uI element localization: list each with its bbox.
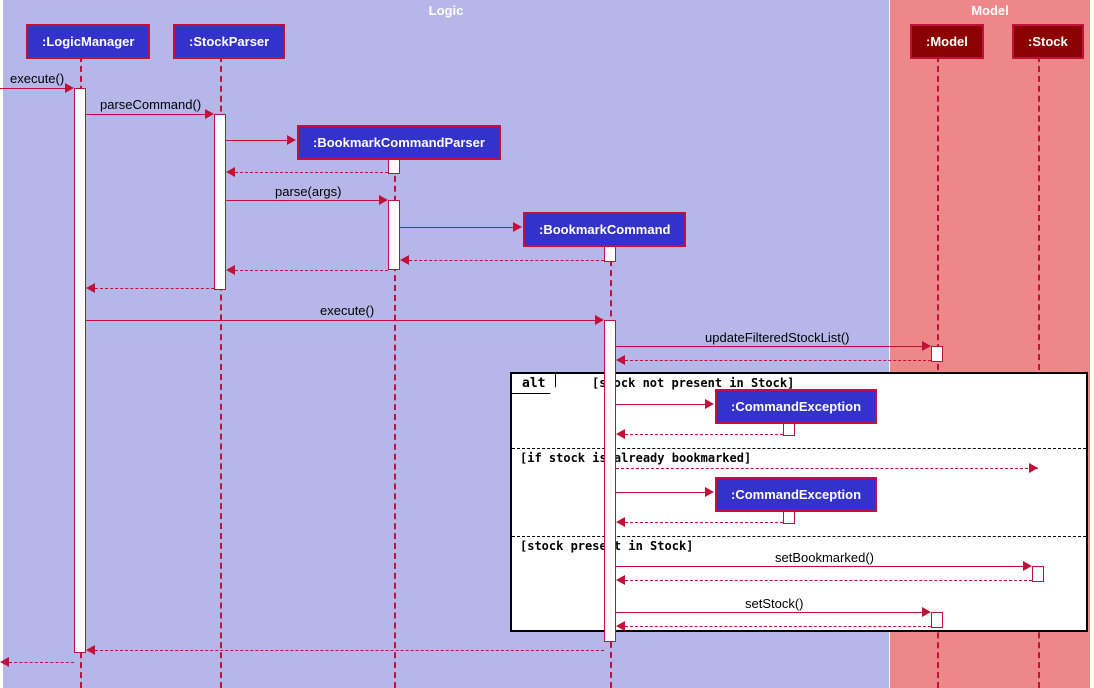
alt-sep2 [512,536,1086,537]
arrow-checkstock [616,468,1038,469]
returnhead-create-bc [400,255,409,265]
arrow-setstock [616,612,925,613]
participant-stock: :Stock [1012,24,1084,59]
activation-bookmarkcommand-exec [604,320,616,642]
return-parsecommand [95,288,214,289]
participant-bookmarkcommand: :BookmarkCommand [523,212,686,247]
arrow-ce1 [616,404,708,405]
arrowhead-setstock [922,607,931,617]
activation-logicmanager [74,88,86,653]
return-ce2 [625,522,783,523]
activation-stock-set [1032,566,1044,582]
msg-execute: execute() [10,71,64,86]
logic-title: Logic [429,3,464,18]
returnhead-final [0,657,9,667]
activation-model-setstock [931,612,943,628]
returnhead-ce1 [616,429,625,439]
alt-cond2: [if stock is already bookmarked] [520,451,751,465]
activation-bookmarkparser-2 [388,200,400,270]
participant-model: :Model [910,24,984,59]
return-execute2 [95,650,604,651]
arrowhead-ce2 [705,487,714,497]
participant-commandexception2: :CommandException [715,477,877,512]
arrowhead-updatefiltered [922,341,931,351]
return-setbookmarked [625,580,1032,581]
participant-bookmarkcommandparser: :BookmarkCommandParser [297,125,501,160]
arrow-parsecommand [86,114,208,115]
return-create-bc [409,260,604,261]
arrowhead-setbookmarked [1023,561,1032,571]
participant-stockparser: :StockParser [173,24,285,59]
arrow-parseargs [226,200,382,201]
returnhead-parseargs [226,265,235,275]
msg-parsecommand: parseCommand() [100,97,201,112]
activation-stockparser [214,114,226,290]
msg-setbookmarked: setBookmarked() [775,550,874,565]
returnhead-parsecommand [86,283,95,293]
arrowhead-ce1 [705,399,714,409]
arrowhead-execute [65,83,74,93]
returnhead-updatefiltered [616,355,625,365]
alt-cond1: [stock not present in Stock] [592,376,794,390]
arrowhead-parseargs [379,195,388,205]
msg-parseargs: parse(args) [275,184,341,199]
msg-execute2: execute() [320,303,374,318]
msg-setstock: setStock() [745,596,804,611]
participant-logicmanager: :LogicManager [26,24,150,59]
returnhead-execute2 [86,645,95,655]
return-parseargs [235,270,388,271]
model-title: Model [971,3,1009,18]
arrow-create-bcp [226,140,290,141]
msg-updatefiltered: updateFilteredStockList() [705,330,850,345]
arrow-create-bc [400,227,516,228]
return-ce1 [625,434,783,435]
arrow-execute2 [86,320,598,321]
arrowhead-parsecommand [205,109,214,119]
return-updatefiltered [625,360,931,361]
participant-commandexception1: :CommandException [715,389,877,424]
return-create-bcp [235,172,388,173]
arrowhead-create-bc [513,222,522,232]
arrow-setbookmarked [616,566,1026,567]
arrow-execute [0,88,66,89]
returnhead-create-bcp [226,167,235,177]
arrow-updatefiltered [616,346,925,347]
returnhead-setbookmarked [616,575,625,585]
return-setstock [625,626,931,627]
activation-model-update [931,346,943,362]
arrowhead-execute2 [595,315,604,325]
arrow-ce2 [616,492,708,493]
arrowhead-checkstock [1029,463,1038,473]
arrowhead-create-bcp [287,135,296,145]
returnhead-ce2 [616,517,625,527]
returnhead-setstock [616,621,625,631]
alt-sep1 [512,448,1086,449]
return-final [9,662,74,663]
alt-label: alt [512,374,556,394]
